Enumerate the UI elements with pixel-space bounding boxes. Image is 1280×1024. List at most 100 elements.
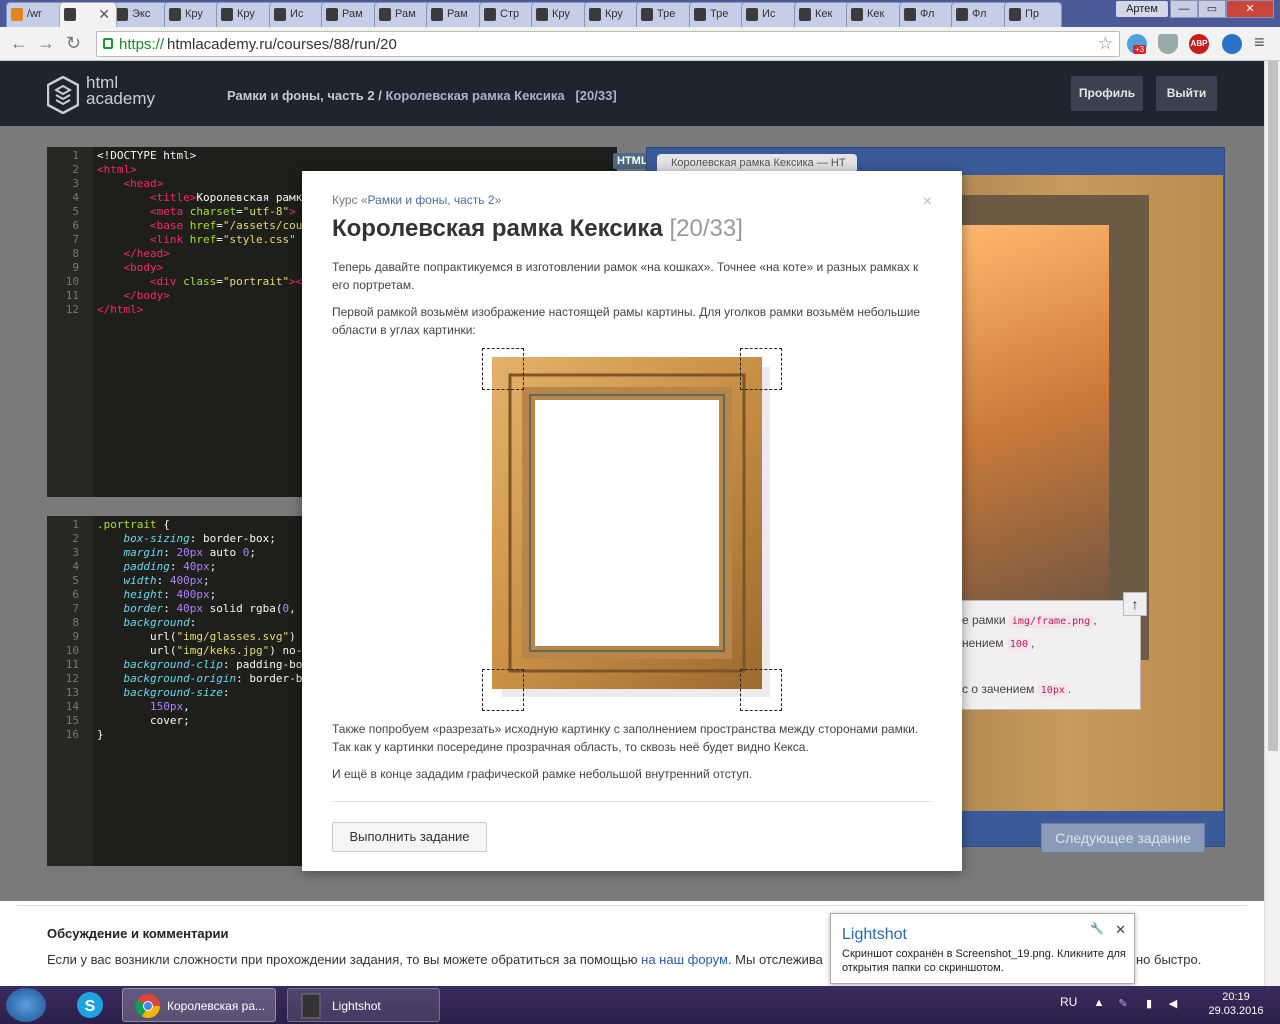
next-task-button[interactable]: Следующее задание bbox=[1041, 823, 1205, 853]
breadcrumb-separator: / bbox=[374, 88, 386, 103]
browser-tab[interactable]: Кру bbox=[164, 2, 222, 27]
browser-tab[interactable]: Ис bbox=[269, 2, 327, 27]
tab-close-icon[interactable]: ✕ bbox=[98, 6, 110, 23]
notification-body[interactable]: Скриншот сохранён в Screenshot_19.png. К… bbox=[842, 947, 1132, 975]
network-icon[interactable]: ▮ bbox=[1142, 997, 1156, 1011]
browser-tab[interactable]: Фл bbox=[899, 2, 957, 27]
tray-expand-icon[interactable]: ▲ bbox=[1092, 997, 1106, 1011]
html-code: <!DOCTYPE html> <html> <head> <title>Кор… bbox=[97, 149, 303, 316]
tab-label: Кру bbox=[237, 8, 255, 20]
tab-favicon-icon bbox=[379, 8, 391, 21]
lightshot-tray-icon[interactable]: ✎ bbox=[1116, 997, 1130, 1011]
skype-taskbar-button[interactable]: S bbox=[72, 988, 108, 1022]
line-number: 7 bbox=[72, 602, 79, 615]
web-page: html academy Рамки и фоны, часть 2 / Кор… bbox=[0, 61, 1264, 986]
line-number: 7 bbox=[72, 233, 79, 246]
modal-paragraph-2: Первой рамкой возьмём изображение настоя… bbox=[332, 305, 921, 337]
forum-link[interactable]: на наш форум bbox=[641, 952, 728, 967]
browser-tab[interactable]: Ис bbox=[741, 2, 799, 27]
cloud-extension-badge: +3 bbox=[1133, 45, 1147, 54]
browser-tab[interactable]: /wr bbox=[6, 2, 64, 27]
shield-extension-icon[interactable] bbox=[1158, 34, 1178, 54]
browser-toolbar: ← → ↻ https:// htmlacademy.ru/courses/88… bbox=[0, 27, 1280, 61]
notification-close-icon[interactable]: ✕ bbox=[1115, 922, 1126, 938]
input-language[interactable]: RU bbox=[1060, 995, 1077, 1009]
line-number: 13 bbox=[65, 686, 79, 699]
browser-tab[interactable]: Рам bbox=[426, 2, 484, 27]
tab-label: Экс bbox=[132, 8, 151, 20]
line-number: 12 bbox=[65, 303, 79, 316]
svg-text:S: S bbox=[85, 998, 96, 1015]
browser-tab[interactable]: Тре bbox=[636, 2, 694, 27]
adblock-extension-icon[interactable]: ABP bbox=[1189, 34, 1209, 54]
back-arrow-icon[interactable]: ← bbox=[10, 33, 28, 53]
start-button[interactable] bbox=[6, 988, 46, 1022]
address-bar[interactable]: https:// htmlacademy.ru/courses/88/run/2… bbox=[96, 31, 1120, 57]
browser-user-badge[interactable]: Артем bbox=[1116, 1, 1168, 17]
reload-icon[interactable]: ↻ bbox=[66, 33, 81, 53]
preview-render bbox=[962, 175, 1223, 811]
tab-favicon-icon bbox=[851, 8, 863, 21]
maximize-button[interactable]: ▭ bbox=[1198, 0, 1226, 18]
profile-button[interactable]: Профиль bbox=[1071, 76, 1143, 111]
browser-tab[interactable]: Кру bbox=[584, 2, 642, 27]
browser-tab[interactable]: Рам bbox=[374, 2, 432, 27]
line-number: 6 bbox=[72, 588, 79, 601]
line-number: 10 bbox=[65, 275, 79, 288]
browser-tab[interactable]: Рам bbox=[321, 2, 379, 27]
volume-icon[interactable]: ◀ bbox=[1166, 997, 1180, 1011]
line-number: 5 bbox=[72, 574, 79, 587]
logout-button[interactable]: Выйти bbox=[1156, 76, 1217, 111]
modal-close-icon[interactable]: × bbox=[923, 193, 932, 211]
skype-icon: S bbox=[77, 992, 103, 1018]
browser-tab[interactable]: ✕ bbox=[59, 2, 117, 27]
clock-date: 29.03.2016 bbox=[1208, 1005, 1264, 1017]
browser-tab[interactable]: Кру bbox=[216, 2, 274, 27]
modal-paragraph-1: Теперь давайте попрактикуемся в изготовл… bbox=[332, 260, 919, 292]
forward-arrow-icon[interactable]: → bbox=[37, 33, 55, 53]
browser-tab[interactable]: Фл bbox=[951, 2, 1009, 27]
logo-line-2: academy bbox=[86, 89, 155, 108]
task-modal: × Курс «Рамки и фоны, часть 2» Королевск… bbox=[302, 171, 962, 871]
browser-tab[interactable]: Кек bbox=[846, 2, 904, 27]
globe-extension-icon[interactable] bbox=[1222, 34, 1242, 54]
chrome-taskbar-button[interactable]: Королевская ра... bbox=[122, 988, 276, 1022]
system-clock[interactable]: 20:19 29.03.2016 bbox=[1200, 990, 1272, 1018]
tab-label: Ис bbox=[762, 8, 776, 20]
scroll-up-button[interactable]: ↑ bbox=[1123, 592, 1147, 616]
browser-tab[interactable]: Тре bbox=[689, 2, 747, 27]
settings-wrench-icon[interactable]: 🔧 bbox=[1090, 922, 1104, 935]
do-task-button[interactable]: Выполнить задание bbox=[332, 822, 487, 852]
course-link[interactable]: Рамки и фоны, часть 2 bbox=[368, 193, 495, 207]
window-close-button[interactable]: ✕ bbox=[1226, 0, 1274, 18]
browser-menu-icon[interactable]: ≡ bbox=[1254, 32, 1265, 53]
scrollbar-thumb[interactable] bbox=[1268, 61, 1278, 751]
tab-favicon-icon bbox=[536, 8, 548, 21]
minimize-button[interactable]: — bbox=[1170, 0, 1198, 18]
line-number: 9 bbox=[72, 261, 79, 274]
tab-favicon-icon bbox=[904, 8, 916, 21]
htmlacademy-logo-icon[interactable] bbox=[47, 76, 79, 114]
page-scrollbar[interactable] bbox=[1264, 61, 1280, 986]
bookmark-star-icon[interactable]: ☆ bbox=[1098, 34, 1113, 54]
tab-favicon-icon bbox=[116, 8, 128, 21]
modal-title: Королевская рамка Кексика [20/33] bbox=[332, 215, 743, 242]
site-header: html academy Рамки и фоны, часть 2 / Кор… bbox=[0, 61, 1264, 126]
browser-tab[interactable]: Стр bbox=[479, 2, 537, 27]
discussion-title: Обсуждение и комментарии bbox=[47, 926, 229, 941]
breadcrumb-course[interactable]: Рамки и фоны, часть 2 bbox=[227, 88, 375, 103]
line-number: 8 bbox=[72, 247, 79, 260]
browser-tab[interactable]: Пр bbox=[1004, 2, 1062, 27]
url-text: htmlacademy.ru/courses/88/run/20 bbox=[167, 36, 397, 53]
lightshot-taskbar-button[interactable]: Lightshot bbox=[287, 988, 440, 1022]
clock-time: 20:19 bbox=[1222, 991, 1250, 1003]
browser-tab[interactable]: Кру bbox=[531, 2, 589, 27]
lightshot-notification[interactable]: Lightshot Скриншот сохранён в Screenshot… bbox=[830, 913, 1135, 984]
url-protocol: https:// bbox=[119, 36, 165, 53]
logo-text[interactable]: html academy bbox=[86, 74, 155, 108]
tab-label: Пр bbox=[1025, 8, 1040, 20]
browser-tab[interactable]: Экс bbox=[111, 2, 169, 27]
browser-tab[interactable]: Кек bbox=[794, 2, 852, 27]
tab-favicon-icon bbox=[694, 8, 706, 21]
line-number: 15 bbox=[65, 714, 79, 727]
